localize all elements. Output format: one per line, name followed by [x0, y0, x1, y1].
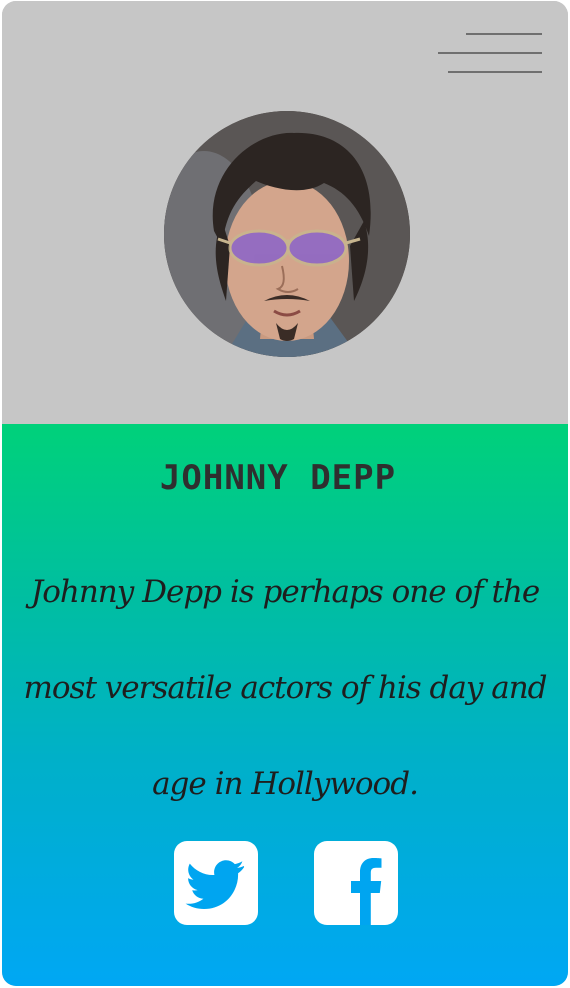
profile-card: JOHNNY DEPP Johnny Depp is perhaps one o…: [2, 1, 568, 986]
menu-line: [466, 33, 542, 35]
avatar-photo: [164, 111, 410, 357]
twitter-button[interactable]: [174, 841, 258, 925]
profile-bio: Johnny Depp is perhaps one of the most v…: [23, 574, 548, 802]
card-header: [2, 1, 568, 424]
profile-name: JOHNNY DEPP: [159, 458, 397, 498]
menu-line: [448, 71, 542, 73]
facebook-button[interactable]: [314, 841, 398, 925]
hamburger-icon[interactable]: [438, 31, 542, 77]
menu-line: [438, 52, 542, 54]
card-body: JOHNNY DEPP Johnny Depp is perhaps one o…: [2, 424, 568, 986]
avatar: [164, 111, 410, 357]
twitter-icon: [185, 860, 245, 909]
facebook-icon: [351, 858, 382, 925]
